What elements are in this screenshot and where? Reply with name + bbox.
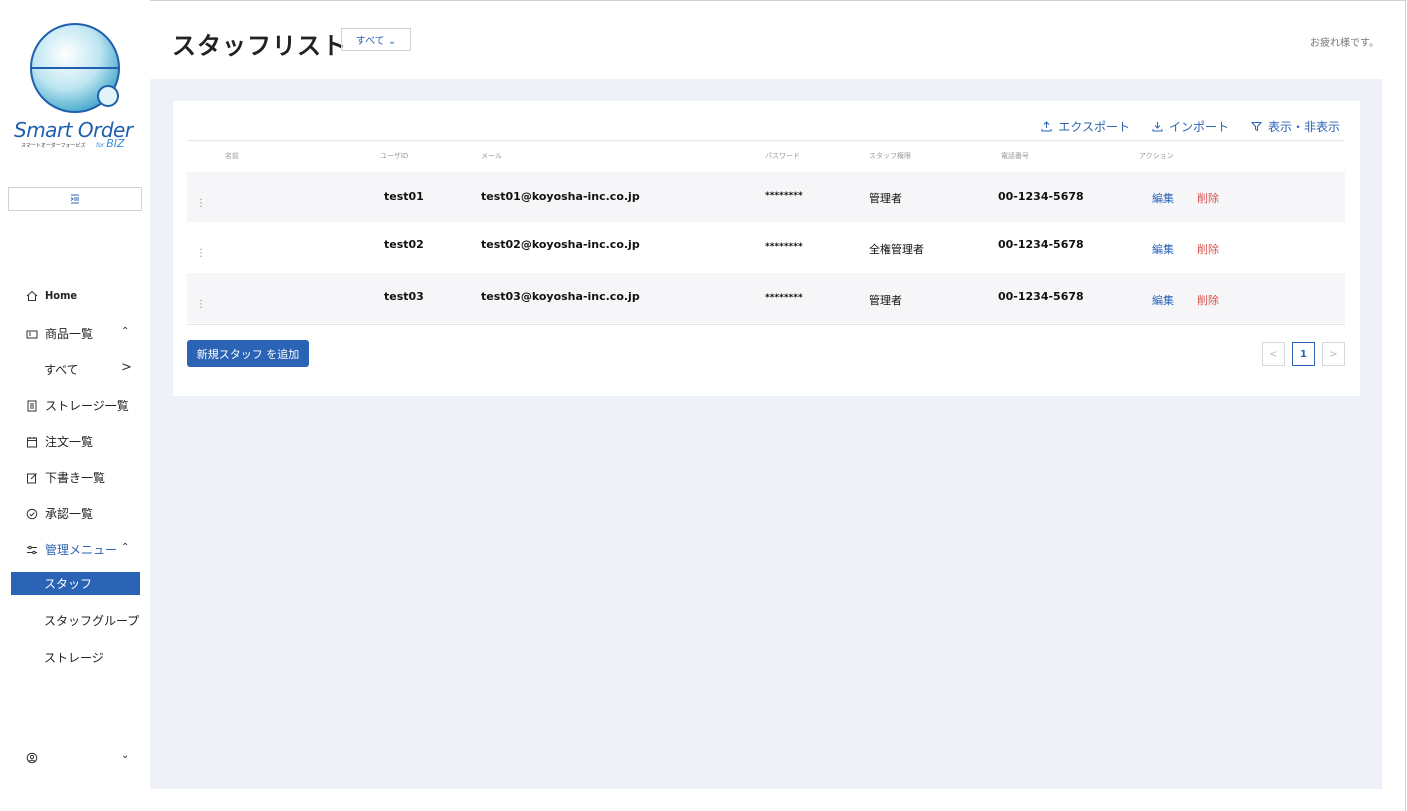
logo-for: for <box>96 142 105 149</box>
column-header-name[interactable]: 名前 <box>225 151 239 161</box>
row-menu-icon[interactable]: ⋮ <box>196 299 206 310</box>
cell-email: test03@koyosha-inc.co.jp <box>481 290 640 303</box>
cell-password: ******** <box>765 242 803 252</box>
chevron-up-icon[interactable]: ⌃ <box>121 326 129 337</box>
cell-user-id: test02 <box>384 238 424 251</box>
cell-phone: 00-1234-5678 <box>998 290 1084 303</box>
table-row: ⋮ test03 test03@koyosha-inc.co.jp ******… <box>187 273 1345 323</box>
product-card-icon <box>26 328 38 340</box>
table-toolbar: エクスポート インポート 表示・非表示 <box>1041 118 1340 135</box>
cell-phone: 00-1234-5678 <box>998 190 1084 203</box>
sidebar-collapse-button[interactable] <box>8 187 142 211</box>
page-title: スタッフリスト <box>172 32 347 60</box>
table-row: ⋮ test02 test02@koyosha-inc.co.jp ******… <box>187 222 1345 272</box>
export-button[interactable]: エクスポート <box>1041 118 1130 135</box>
sidebar-item-label: 下書き一覧 <box>45 471 106 485</box>
user-circle-icon <box>26 752 38 764</box>
sidebar-item-drafts[interactable]: 下書き一覧 <box>26 469 105 486</box>
cell-phone: 00-1234-5678 <box>998 238 1084 251</box>
pagination-next-button[interactable]: > <box>1322 342 1345 366</box>
column-header-password[interactable]: パスワード <box>765 151 800 161</box>
sidebar-item-products-all[interactable]: すべて <box>44 361 79 378</box>
sidebar-item-admin-menu[interactable]: 管理メニュー <box>26 541 117 558</box>
column-toggle-button[interactable]: 表示・非表示 <box>1250 118 1340 135</box>
filter-select[interactable]: すべて ⌄ <box>341 28 411 51</box>
chevron-down-icon[interactable]: ⌄ <box>121 750 129 761</box>
column-header-user-id[interactable]: ユーザID <box>380 151 408 161</box>
sidebar-item-label: 承認一覧 <box>45 507 94 521</box>
toolbar-divider <box>187 140 1345 141</box>
check-circle-icon <box>26 508 38 520</box>
sidebar-item-approvals[interactable]: 承認一覧 <box>26 505 93 522</box>
import-button[interactable]: インポート <box>1152 118 1229 135</box>
sidebar-item-label: 商品一覧 <box>45 327 94 341</box>
sidebar-item-staff-group[interactable]: スタッフグループ <box>44 612 139 629</box>
user-menu[interactable] <box>26 752 45 764</box>
column-header-email[interactable]: メール <box>481 151 502 161</box>
pagination-prev-button[interactable]: < <box>1262 342 1285 366</box>
sidebar: Smart Order スマートオーダーフォービズ for BIZ Home 商品… <box>0 0 150 811</box>
logo-biz-text: BIZ <box>106 137 125 150</box>
list-icon <box>26 400 38 412</box>
add-staff-button[interactable]: 新規スタッフ を追加 <box>187 340 309 367</box>
cell-password: ******** <box>765 191 803 201</box>
sidebar-item-label: ストレージ一覧 <box>45 399 129 413</box>
sidebar-item-storage[interactable]: ストレージ <box>44 649 104 666</box>
cell-email: test01@koyosha-inc.co.jp <box>481 190 640 203</box>
sidebar-item-label: Home <box>45 289 78 302</box>
home-icon <box>26 290 38 302</box>
cell-email: test02@koyosha-inc.co.jp <box>481 238 640 251</box>
row-menu-icon[interactable]: ⋮ <box>196 198 206 209</box>
calendar-icon <box>26 436 38 448</box>
column-header-action: アクション <box>1139 152 1174 160</box>
edit-icon <box>26 472 38 484</box>
export-icon <box>1041 121 1052 132</box>
import-label: インポート <box>1168 120 1229 134</box>
cell-user-id: test01 <box>384 190 424 203</box>
edit-button[interactable]: 編集 <box>1152 241 1174 257</box>
column-header-role[interactable]: スタッフ権限 <box>869 151 911 161</box>
import-icon <box>1152 122 1163 132</box>
cell-role: 管理者 <box>869 294 902 307</box>
sidebar-item-products[interactable]: 商品一覧 <box>26 325 93 342</box>
sidebar-item-storage-list[interactable]: ストレージ一覧 <box>26 397 129 414</box>
sidebar-item-home[interactable]: Home <box>26 289 77 302</box>
export-label: エクスポート <box>1058 120 1130 134</box>
sidebar-item-staff[interactable]: スタッフ <box>11 572 140 595</box>
chevron-up-icon[interactable]: ⌃ <box>121 542 129 553</box>
cell-role: 全権管理者 <box>869 243 924 256</box>
delete-button[interactable]: 削除 <box>1197 190 1219 206</box>
column-toggle-label: 表示・非表示 <box>1267 120 1340 134</box>
table-bottom-divider <box>187 324 1345 325</box>
sidebar-item-label: 管理メニュー <box>45 543 118 557</box>
sidebar-item-orders[interactable]: 注文一覧 <box>26 433 93 450</box>
greeting-text: お疲れ様です。 <box>1310 38 1379 49</box>
cell-user-id: test03 <box>384 290 424 303</box>
pagination-page-1[interactable]: 1 <box>1292 342 1315 366</box>
sliders-icon <box>26 544 38 556</box>
sidebar-item-label: 注文一覧 <box>45 435 94 449</box>
chevron-right-icon[interactable]: > <box>121 360 132 375</box>
edit-button[interactable]: 編集 <box>1152 292 1174 308</box>
cell-role: 管理者 <box>869 192 902 205</box>
menu-fold-icon <box>70 194 79 204</box>
logo-biz: for BIZ <box>96 137 125 150</box>
column-header-phone[interactable]: 電話番号 <box>1001 151 1029 161</box>
delete-button[interactable]: 削除 <box>1197 292 1219 308</box>
filter-icon <box>1250 122 1262 132</box>
row-menu-icon[interactable]: ⋮ <box>196 248 206 259</box>
edit-button[interactable]: 編集 <box>1152 190 1174 206</box>
table-row: ⋮ test01 test01@koyosha-inc.co.jp ******… <box>187 172 1345 222</box>
cell-password: ******** <box>765 293 803 303</box>
logo-subtitle: スマートオーダーフォービズ <box>21 143 86 149</box>
delete-button[interactable]: 削除 <box>1197 241 1219 257</box>
